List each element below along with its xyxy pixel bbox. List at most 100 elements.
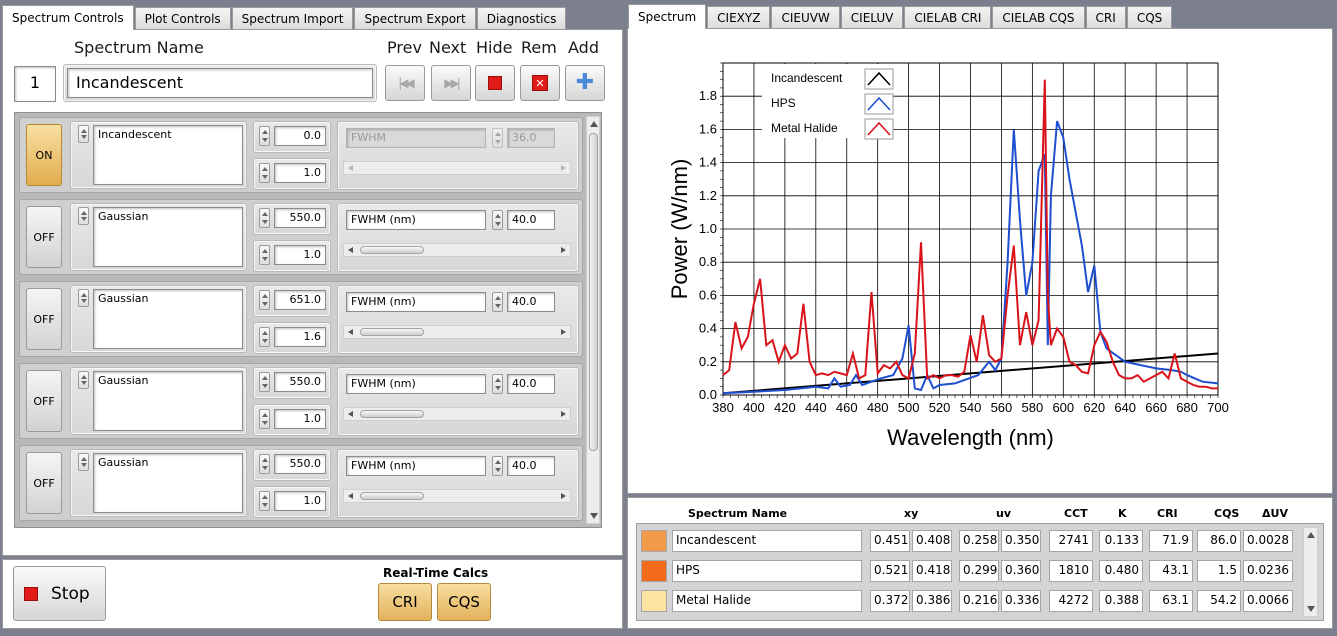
center-spinner[interactable] [259,372,270,392]
type-spinner[interactable] [78,125,89,143]
tab-spectrum-import[interactable]: Spectrum Import [231,7,354,29]
center-wavelength-field[interactable]: 550.0 [274,208,326,228]
scroll-thumb[interactable] [360,328,424,336]
center-wavelength-field[interactable]: 651.0 [274,290,326,310]
scale-field[interactable]: 1.0 [274,245,326,265]
scale-field[interactable]: 1.0 [274,409,326,429]
width-value-field[interactable]: 36.0 [507,128,555,148]
next-button[interactable]: ▶▶| [431,65,471,101]
tab-plot-controls[interactable]: Plot Controls [134,7,231,29]
component-toggle-button[interactable]: OFF [26,288,62,350]
width-parameter-label-field[interactable]: FWHM (nm) [346,292,486,312]
component-type-field[interactable]: Gaussian [93,207,243,267]
width-value-field[interactable]: 40.0 [507,210,555,230]
tab-cqs[interactable]: CQS [1126,6,1173,28]
width-horizontal-scrollbar[interactable] [343,407,571,421]
scroll-right-icon[interactable] [561,247,566,253]
scroll-thumb[interactable] [360,492,424,500]
spectrum-name-field[interactable]: Incandescent [67,68,373,98]
width-spinner[interactable] [492,210,503,230]
scroll-left-icon[interactable] [348,165,353,171]
scroll-right-icon[interactable] [561,165,566,171]
tab-cielab-cqs[interactable]: CIELAB CQS [992,6,1085,28]
center-spinner[interactable] [259,126,270,146]
scale-field[interactable]: 1.0 [274,491,326,511]
tab-spectrum[interactable]: Spectrum [628,4,707,29]
cqs-calc-button[interactable]: CQS [437,583,491,621]
width-horizontal-scrollbar[interactable] [343,161,571,175]
type-spinner[interactable] [78,453,89,471]
scroll-thumb[interactable] [589,133,598,451]
tab-ciexyz[interactable]: CIEXYZ [707,6,771,28]
component-type-field[interactable]: Gaussian [93,289,243,349]
component-toggle-button[interactable]: OFF [26,370,62,432]
width-parameter-label-field[interactable]: FWHM (nm) [346,374,486,394]
scroll-left-icon[interactable] [348,329,353,335]
stop-button[interactable]: Stop [13,566,106,621]
center-spinner[interactable] [259,290,270,310]
scroll-up-icon[interactable] [590,121,598,127]
width-spinner[interactable] [492,374,503,394]
center-wavelength-field[interactable]: 0.0 [274,126,326,146]
component-type-field[interactable]: Incandescent [93,125,243,185]
type-spinner[interactable] [78,207,89,225]
scroll-right-icon[interactable] [561,329,566,335]
center-spinner[interactable] [259,208,270,228]
table-vertical-scrollbar[interactable] [1303,527,1318,617]
component-toggle-button[interactable]: OFF [26,452,62,514]
tab-cielab-cri[interactable]: CIELAB CRI [904,6,992,28]
scroll-left-icon[interactable] [348,247,353,253]
center-spinner[interactable] [259,454,270,474]
tab-diagnostics[interactable]: Diagnostics [476,7,567,29]
component-type-field[interactable]: Gaussian [93,371,243,431]
scroll-up-icon[interactable] [1307,532,1315,538]
type-spinner[interactable] [78,289,89,307]
add-button[interactable]: ✚ [565,65,605,101]
remove-button[interactable]: ✕ [520,65,560,101]
tab-spectrum-controls[interactable]: Spectrum Controls [2,5,134,30]
center-wavelength-field[interactable]: 550.0 [274,454,326,474]
scroll-down-icon[interactable] [590,513,598,519]
width-value-field[interactable]: 40.0 [507,292,555,312]
tab-cieuvw[interactable]: CIEUVW [771,6,840,28]
width-value-field[interactable]: 40.0 [507,456,555,476]
width-spinner[interactable] [492,128,503,148]
tab-cieluv[interactable]: CIELUV [840,6,904,28]
scroll-right-icon[interactable] [561,493,566,499]
scale-spinner[interactable] [259,245,270,265]
scale-spinner[interactable] [259,491,270,511]
type-spinner[interactable] [78,371,89,389]
scroll-thumb[interactable] [360,410,424,418]
width-parameter-label-field[interactable]: FWHM (nm) [346,456,486,476]
width-parameter-label-field[interactable]: FWHM [346,128,486,148]
scroll-down-icon[interactable] [1307,606,1315,612]
component-toggle-button[interactable]: OFF [26,206,62,268]
component-toggle-button[interactable]: ON [26,124,62,186]
width-horizontal-scrollbar[interactable] [343,489,571,503]
scale-spinner[interactable] [259,409,270,429]
width-spinner[interactable] [492,456,503,476]
scale-field[interactable]: 1.6 [274,327,326,347]
list-vertical-scrollbar[interactable] [586,116,600,524]
scroll-left-icon[interactable] [348,411,353,417]
width-horizontal-scrollbar[interactable] [343,243,571,257]
y-tick-label: 0.4 [699,321,717,336]
width-parameter-label-field[interactable]: FWHM (nm) [346,210,486,230]
component-type-field[interactable]: Gaussian [93,453,243,513]
spectrum-index-field[interactable]: 1 [14,66,56,102]
scroll-right-icon[interactable] [561,411,566,417]
width-value-field[interactable]: 40.0 [507,374,555,394]
scroll-left-icon[interactable] [348,493,353,499]
scale-spinner[interactable] [259,163,270,183]
scroll-thumb[interactable] [360,246,424,254]
tab-spectrum-export[interactable]: Spectrum Export [354,7,476,29]
tab-cri[interactable]: CRI [1085,6,1126,28]
width-horizontal-scrollbar[interactable] [343,325,571,339]
width-spinner[interactable] [492,292,503,312]
center-wavelength-field[interactable]: 550.0 [274,372,326,392]
cri-calc-button[interactable]: CRI [378,583,432,621]
scale-field[interactable]: 1.0 [274,163,326,183]
scale-spinner[interactable] [259,327,270,347]
hide-button[interactable] [475,65,515,101]
prev-button[interactable]: |◀◀ [385,65,425,101]
